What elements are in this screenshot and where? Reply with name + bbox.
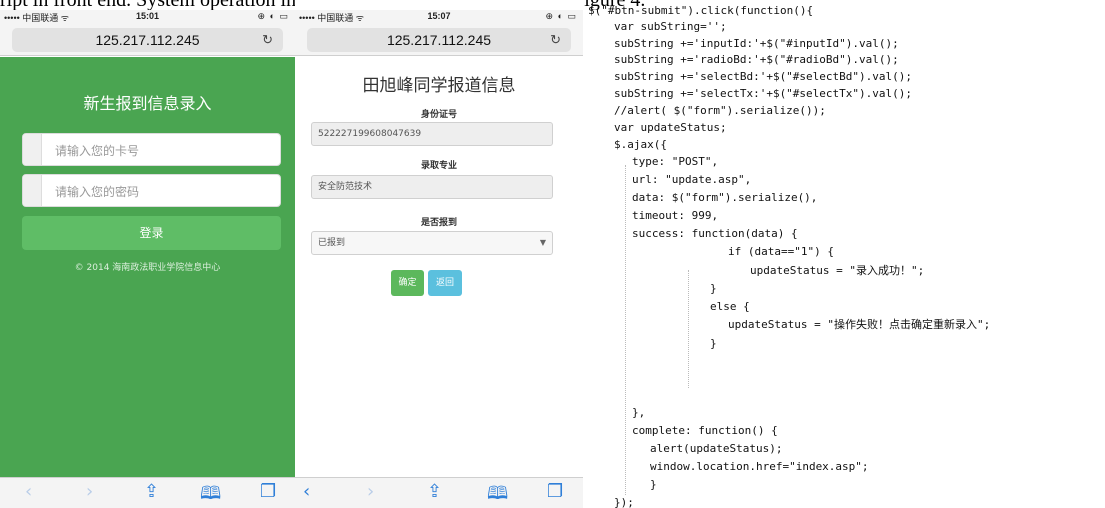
id-number-label: 身份证号 xyxy=(420,110,457,120)
code-line: }, xyxy=(632,406,646,419)
tabs-icon[interactable]: ❐ xyxy=(547,481,563,502)
back-icon[interactable]: ‹ xyxy=(303,481,310,502)
card-number-input[interactable]: 请输入您的卡号 xyxy=(22,133,281,166)
browser-toolbar: ‹ › ⇪ 🕮 ❐ xyxy=(0,477,295,508)
confirm-button[interactable]: 确定 xyxy=(391,270,424,296)
card-number-placeholder: 请输入您的卡号 xyxy=(55,144,140,158)
code-line: updateStatus = "操作失败！点击确定重新录入"; xyxy=(728,318,991,331)
page-title: 田旭峰同学报道信息 xyxy=(362,76,516,96)
clock: 15:01 xyxy=(135,11,160,21)
url-text: 125.217.112.245 xyxy=(95,32,200,48)
status-bar: ••••• 中国联通 ᯤ 15:01 ⊕ ◐ ▭ xyxy=(0,10,295,24)
code-line: } xyxy=(710,282,717,295)
code-line: data: $("form").serialize(), xyxy=(632,191,818,204)
code-line: url: "update.asp", xyxy=(632,173,752,186)
code-line: $.ajax({ xyxy=(614,138,667,151)
browser-toolbar: ‹ › ⇪ 🕮 ❐ xyxy=(295,477,583,508)
tabs-icon[interactable]: ❐ xyxy=(260,481,276,502)
code-line: subString +='radioBd:'+$("#radioBd").val… xyxy=(614,53,899,66)
browser-header: 125.217.112.245 ↻ xyxy=(295,24,583,56)
back-button[interactable]: 返回 xyxy=(428,270,462,296)
battery-icon: ⊕ ◐ ▭ xyxy=(257,11,289,21)
page-title: 新生报到信息录入 xyxy=(83,94,212,113)
code-line: else { xyxy=(710,300,750,313)
code-line: var updateStatus; xyxy=(614,121,727,134)
code-line: updateStatus = "录入成功！"; xyxy=(750,264,925,277)
code-line: var subString=''; xyxy=(614,20,727,33)
footer-copyright: © 2014 海南政法职业学院信息中心 xyxy=(74,263,221,273)
share-icon[interactable]: ⇪ xyxy=(144,481,159,502)
clock: 15:07 xyxy=(427,11,451,21)
code-line: if (data=="1") { xyxy=(728,245,834,258)
code-line: } xyxy=(650,478,657,491)
status-bar: ••••• 中国联通 ᯤ 15:07 ⊕ ◐ ▭ xyxy=(295,10,583,24)
login-button[interactable]: 登录 xyxy=(22,216,281,250)
reported-selected-value: 已报到 xyxy=(318,238,346,248)
url-text: 125.217.112.245 xyxy=(386,32,492,48)
code-line: timeout: 999, xyxy=(632,209,719,222)
code-line: success: function(data) { xyxy=(632,227,798,240)
reload-icon[interactable]: ↻ xyxy=(550,28,561,52)
code-line: //alert( $("form").serialize()); xyxy=(614,104,826,117)
forward-icon[interactable]: › xyxy=(86,481,93,502)
code-line: subString +='selectTx:'+$("#selectTx").v… xyxy=(614,87,913,100)
major-field: 安全防范技术 xyxy=(311,175,553,199)
phone-report-screen: ••••• 中国联通 ᯤ 15:07 ⊕ ◐ ▭ 125.217.112.245… xyxy=(295,0,583,508)
phone-login-screen: ••••• 中国联通 ᯤ 15:01 ⊕ ◐ ▭ 125.217.112.245… xyxy=(0,0,295,508)
battery-icon: ⊕ ◐ ▭ xyxy=(545,11,577,21)
forward-icon[interactable]: › xyxy=(367,481,374,502)
password-placeholder: 请输入您的密码 xyxy=(55,185,140,199)
major-label: 录取专业 xyxy=(420,161,457,171)
id-number-field: 522227199608047639 xyxy=(311,122,553,146)
bookmarks-icon[interactable]: 🕮 xyxy=(487,481,508,508)
code-line: subString +='inputId:'+$("#inputId").val… xyxy=(614,37,899,50)
chevron-down-icon: ▼ xyxy=(539,238,546,247)
reported-select[interactable]: 已报到 ▼ xyxy=(311,231,553,255)
code-line: type: "POST", xyxy=(632,155,719,168)
address-bar[interactable]: 125.217.112.245 ↻ xyxy=(307,28,571,52)
code-line: window.location.href="index.asp"; xyxy=(650,460,869,473)
code-line: subString +='selectBd:'+$("#selectBd").v… xyxy=(614,70,913,83)
code-line: $("#btn-submit").click(function(){ xyxy=(588,4,814,17)
code-line: }); xyxy=(614,496,634,508)
password-input[interactable]: 请输入您的密码 xyxy=(22,174,281,207)
code-line: complete: function() { xyxy=(632,424,778,437)
address-bar[interactable]: 125.217.112.245 ↻ xyxy=(12,28,283,52)
code-line: alert(updateStatus); xyxy=(650,442,783,455)
back-icon[interactable]: ‹ xyxy=(25,481,32,502)
login-panel: 新生报到信息录入 请输入您的卡号 请输入您的密码 登录 © 2014 海南政法职… xyxy=(0,57,295,477)
reload-icon[interactable]: ↻ xyxy=(262,28,273,52)
reported-label: 是否报到 xyxy=(420,218,457,228)
code-line: } xyxy=(710,337,717,350)
browser-header: 125.217.112.245 ↻ xyxy=(0,24,295,56)
share-icon[interactable]: ⇪ xyxy=(427,481,442,502)
indent-guide xyxy=(688,270,689,388)
code-listing: $("#btn-submit").click(function(){ var s… xyxy=(588,0,1105,508)
indent-guide xyxy=(625,165,626,495)
bookmarks-icon[interactable]: 🕮 xyxy=(200,481,221,508)
